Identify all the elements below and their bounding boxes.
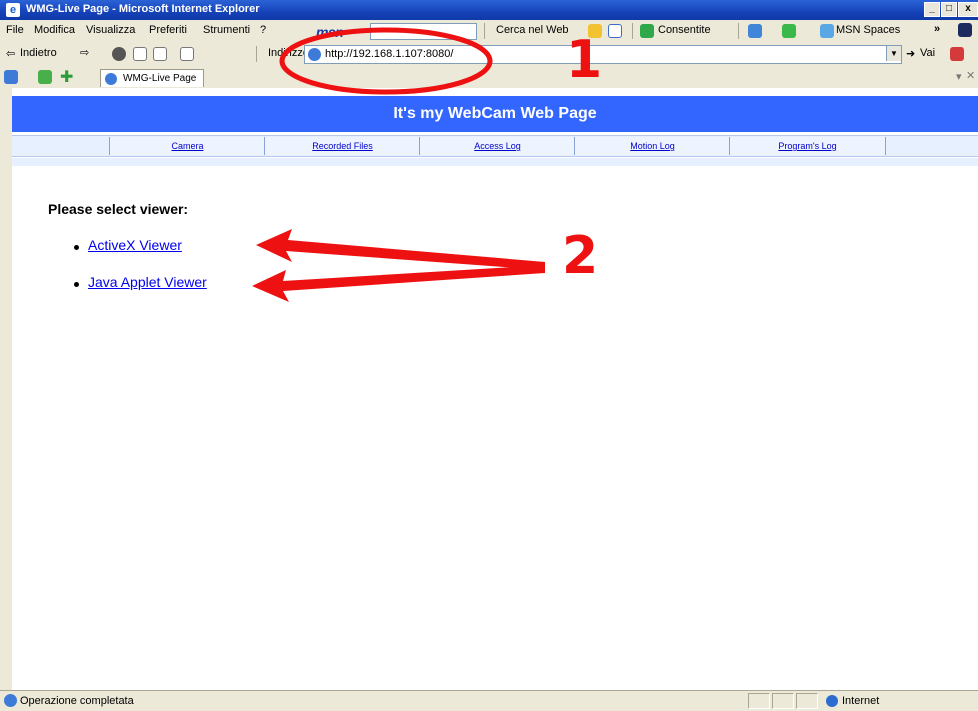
status-page-icon xyxy=(4,694,17,707)
menu-file[interactable]: File xyxy=(6,24,24,36)
messenger-icon[interactable] xyxy=(748,24,762,38)
nav-divider xyxy=(12,158,978,166)
tab-bar-chevron-icon[interactable]: ▾ xyxy=(956,70,962,83)
menu-visualizza[interactable]: Visualizza xyxy=(86,24,135,36)
toolbar-separator xyxy=(738,23,739,39)
toolbar-separator xyxy=(632,23,633,39)
back-arrow-icon[interactable]: ⇦ xyxy=(6,47,15,60)
menu-modifica[interactable]: Modifica xyxy=(34,24,75,36)
msn-search-input[interactable] xyxy=(370,23,477,40)
toolbar-extension-icon[interactable] xyxy=(950,47,964,61)
back-button[interactable]: Indietro xyxy=(20,47,57,59)
nav-link-programs-log[interactable]: Program's Log xyxy=(729,137,886,155)
security-zone-label: Internet xyxy=(842,695,880,707)
go-arrow-icon[interactable]: ➜ xyxy=(906,47,915,60)
go-button[interactable]: Vai xyxy=(920,47,935,59)
nav-link-motion-log[interactable]: Motion Log xyxy=(574,137,731,155)
menu-strumenti[interactable]: Strumenti xyxy=(203,24,250,36)
minimize-button[interactable]: _ xyxy=(924,2,940,17)
msn-logo[interactable]: msn xyxy=(316,24,344,40)
list-bullet xyxy=(74,245,79,250)
tab-close-icon[interactable]: ✕ xyxy=(966,69,975,82)
form-fill-icon[interactable] xyxy=(608,24,622,38)
page-banner: It's my WebCam Web Page xyxy=(12,96,978,132)
menu-preferiti[interactable]: Preferiti xyxy=(149,24,187,36)
refresh-icon[interactable] xyxy=(133,47,147,61)
favorites-icon[interactable] xyxy=(38,70,52,84)
msn-spaces-icon xyxy=(820,24,834,38)
status-panel xyxy=(772,693,794,709)
forward-arrow-icon[interactable]: ⇨ xyxy=(80,46,89,59)
window-title: WMG-Live Page - Microsoft Internet Explo… xyxy=(26,3,260,15)
title-bar: e WMG-Live Page - Microsoft Internet Exp… xyxy=(0,0,978,20)
page-viewport xyxy=(12,88,978,690)
page-ie-icon xyxy=(308,48,321,61)
windows-logo-icon xyxy=(958,23,972,37)
address-bar[interactable]: http://192.168.1.107:8080/ ▼ xyxy=(304,45,902,64)
menu-bar: File Modifica Visualizza Preferiti Strum… xyxy=(0,20,978,43)
annotation-number-1: 1 xyxy=(566,30,603,90)
ie-app-icon: e xyxy=(6,3,20,17)
add-favorite-icon[interactable]: ✚ xyxy=(60,67,73,87)
annotation-number-2: 2 xyxy=(562,226,599,286)
status-bar: Operazione completata Internet xyxy=(0,690,978,711)
address-label: Indirizzo xyxy=(268,47,309,59)
search-web-button[interactable]: Cerca nel Web xyxy=(496,24,569,36)
address-input[interactable]: http://192.168.1.107:8080/ xyxy=(325,48,453,60)
internet-zone-icon xyxy=(826,695,838,707)
nav-link-access-log[interactable]: Access Log xyxy=(419,137,576,155)
address-dropdown-icon[interactable]: ▼ xyxy=(886,46,901,61)
java-applet-viewer-link[interactable]: Java Applet Viewer xyxy=(88,274,207,290)
status-panel xyxy=(796,693,818,709)
home-icon[interactable] xyxy=(153,47,167,61)
stop-icon[interactable] xyxy=(112,47,126,61)
media-icon[interactable] xyxy=(180,47,194,61)
tab-page-icon xyxy=(105,73,117,85)
menu-help[interactable]: ? xyxy=(260,24,266,36)
tab-label: WMG-Live Page xyxy=(123,73,197,84)
status-panel xyxy=(748,693,770,709)
toolbar-separator xyxy=(484,23,485,39)
activex-viewer-link[interactable]: ActiveX Viewer xyxy=(88,237,182,253)
msn-spaces-button[interactable]: MSN Spaces xyxy=(836,24,900,36)
nav-link-recorded-files[interactable]: Recorded Files xyxy=(264,137,421,155)
quick-tabs-icon[interactable] xyxy=(4,70,18,84)
status-text: Operazione completata xyxy=(20,695,134,707)
nav-link-camera[interactable]: Camera xyxy=(109,137,266,155)
close-button[interactable]: x xyxy=(958,2,978,17)
browser-tab[interactable]: WMG-Live Page xyxy=(100,69,204,87)
page-nav-table: Camera Recorded Files Access Log Motion … xyxy=(12,135,978,157)
list-bullet xyxy=(74,282,79,287)
buddy-icon[interactable] xyxy=(782,24,796,38)
viewer-prompt: Please select viewer: xyxy=(48,201,189,217)
toolbar-separator xyxy=(256,46,257,62)
popup-blocker-icon xyxy=(640,24,654,38)
maximize-button[interactable]: □ xyxy=(941,2,957,17)
popup-blocker-button[interactable]: Consentite xyxy=(658,24,711,36)
toolbar-overflow-chevron-icon[interactable]: » xyxy=(934,23,940,35)
navigation-bar: ⇦ Indietro ⇨ Indirizzo http://192.168.1.… xyxy=(0,42,978,67)
